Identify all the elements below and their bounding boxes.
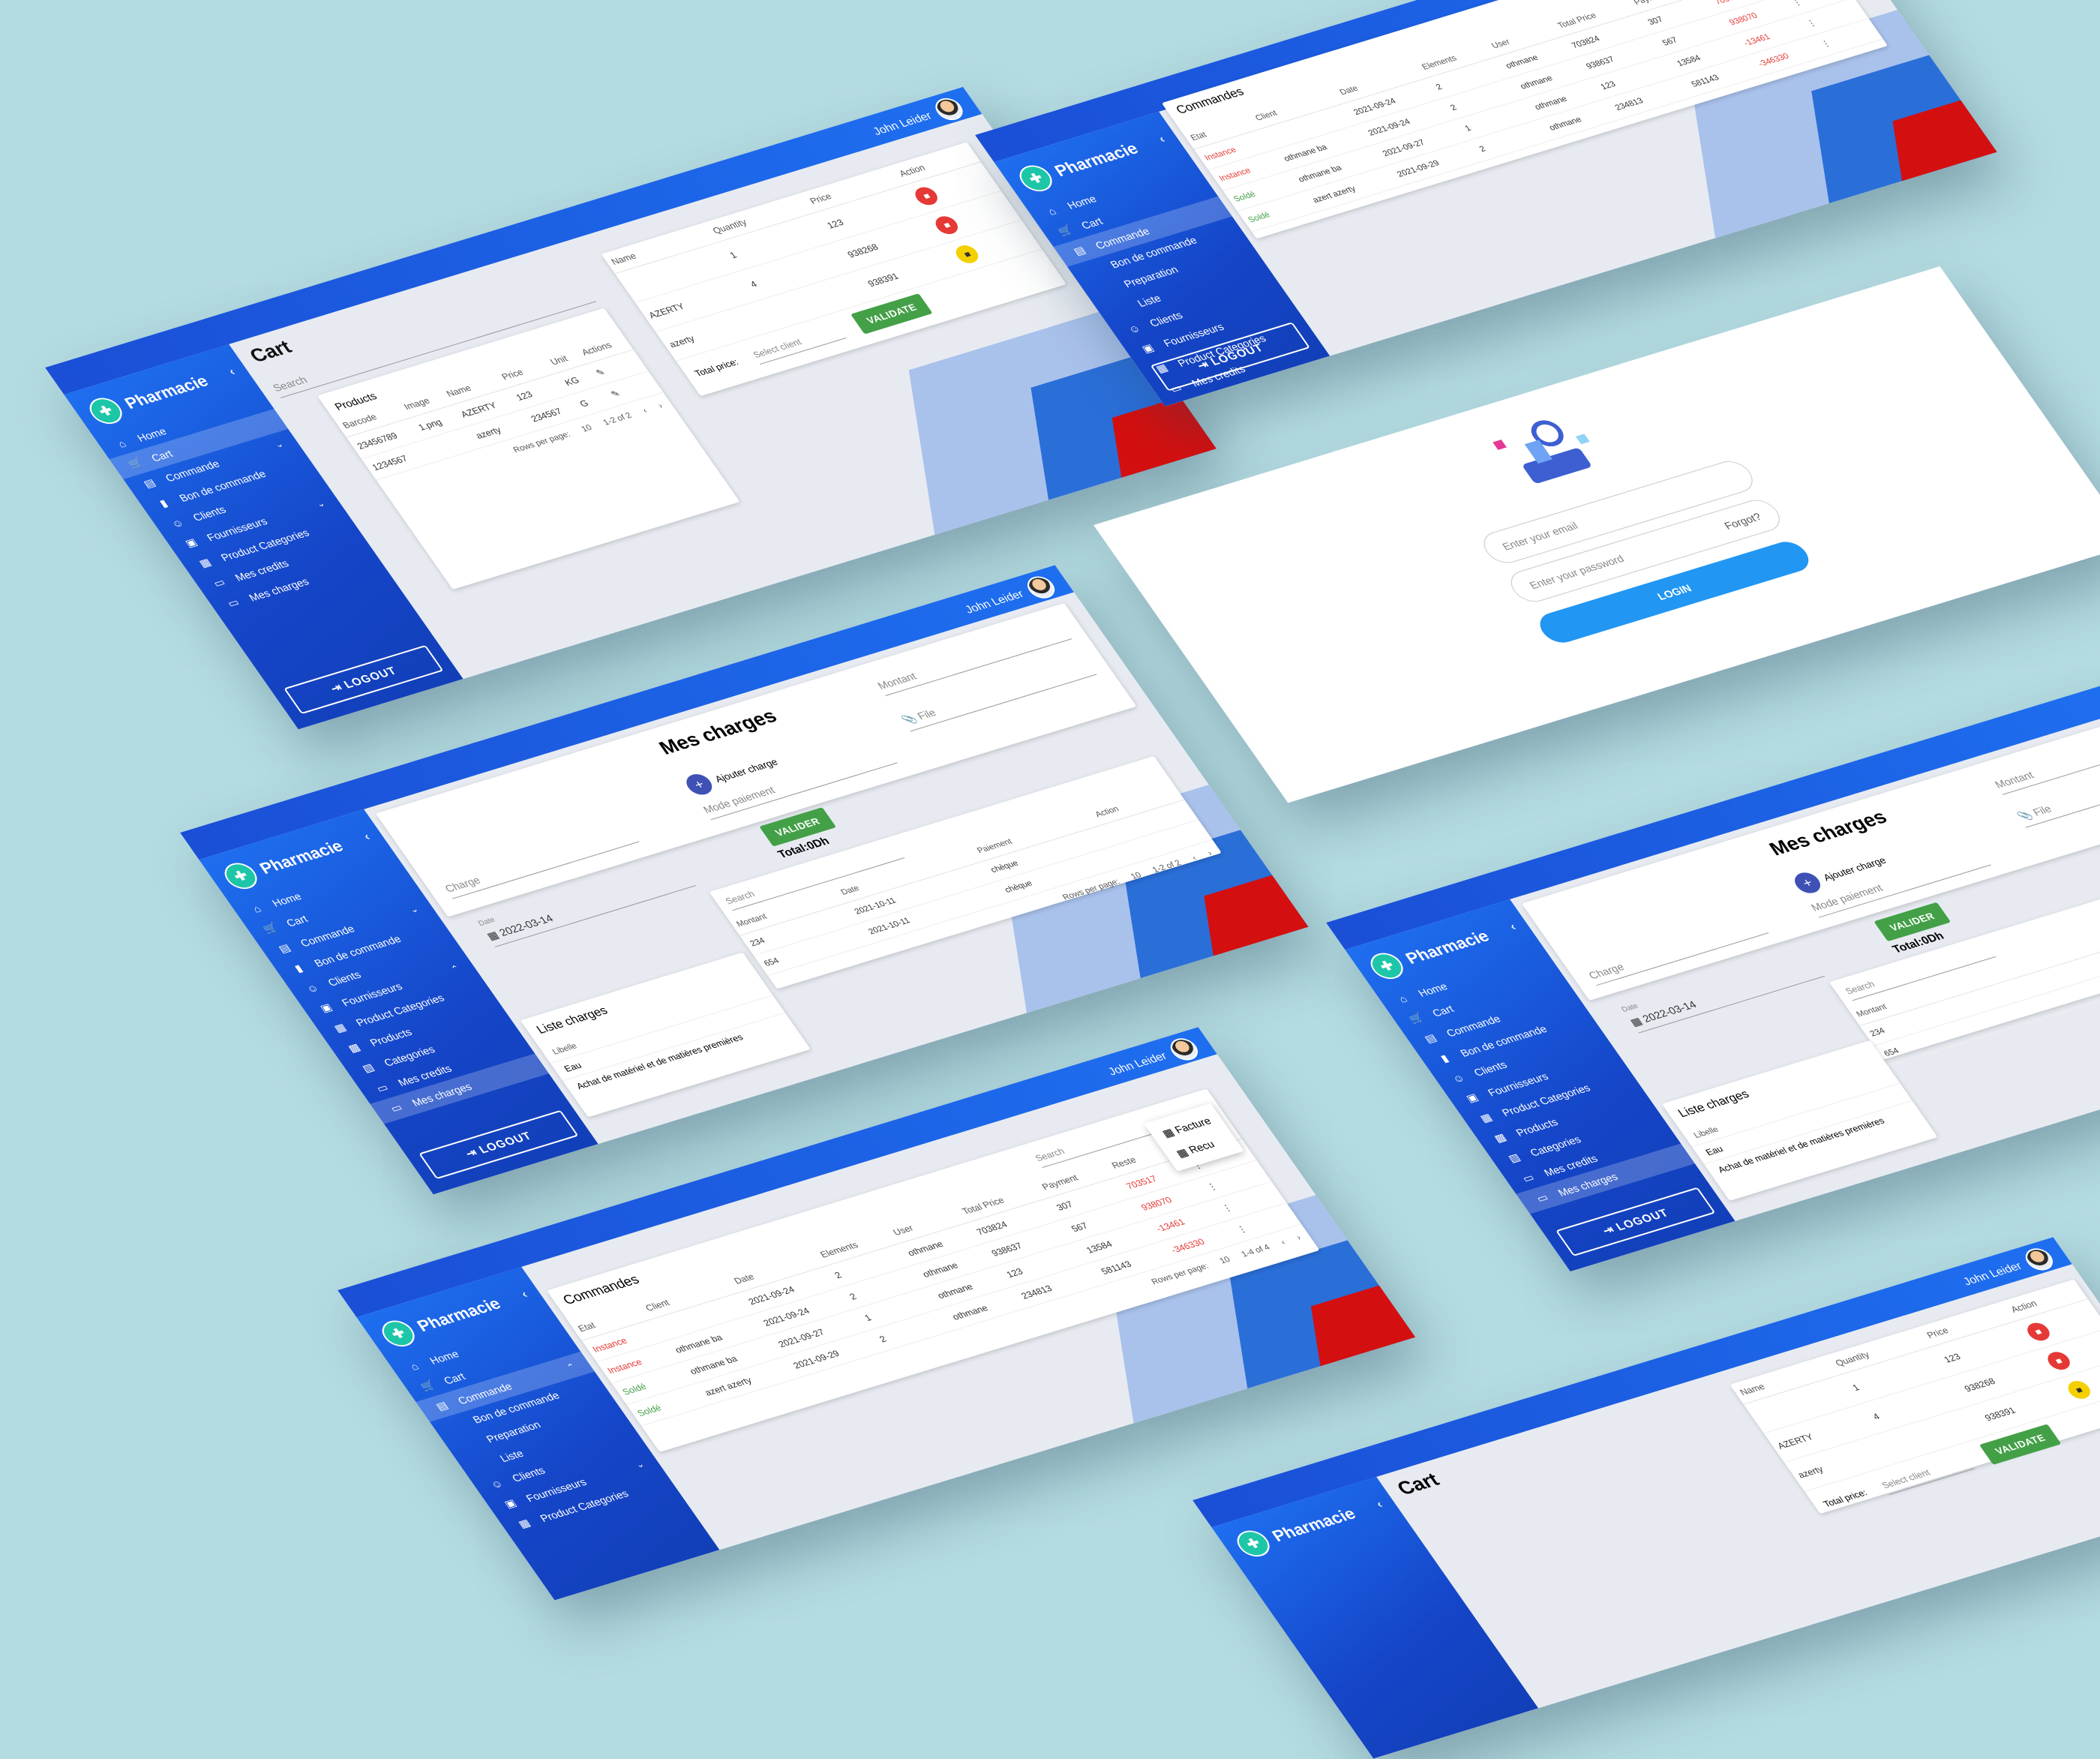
category-icon: ▦ [196,556,214,569]
list-icon: ▤ [276,941,293,955]
book-icon: ▮ [157,497,170,509]
liste-charges-card: Liste charges Libelle Eau Achat de matér… [520,952,811,1118]
cart-icon: 🛒 [1055,223,1076,238]
avatar[interactable] [1022,573,1060,602]
logo-icon: ✚ [1364,949,1409,983]
avatar[interactable] [2020,1245,2058,1274]
logout-button[interactable]: ⇥ LOGOUT [284,644,444,715]
rows-per-page-select[interactable]: 10 [1129,871,1143,881]
logout-button[interactable]: ⇥ LOGOUT [418,1109,579,1180]
home-icon: ⌂ [407,1360,422,1373]
credit-icon: ▭ [1520,1171,1537,1184]
rows-per-page-select[interactable]: 10 [1218,1255,1232,1265]
page-title: Cart [1392,1468,1444,1499]
cart-icon: 🛒 [125,455,146,470]
logo-icon: ✚ [1231,1526,1276,1560]
total-label: Total price: [1820,1487,1869,1509]
book-icon: ▮ [292,962,305,974]
edit-icon[interactable]: ■ [952,242,983,266]
login-illustration-icon [1480,402,1623,502]
home-icon: ⌂ [1045,205,1059,218]
users-icon: ☺ [303,981,322,995]
forgot-link[interactable]: Forgot? [1722,511,1764,532]
users-icon: ☺ [168,516,187,530]
avatar[interactable] [1165,1035,1203,1064]
delete-icon[interactable]: ■ [2043,1349,2074,1373]
category-icon: ▦ [1478,1111,1495,1124]
tag-icon: ▧ [1505,1151,1522,1165]
credit-icon: ▭ [210,575,228,590]
cart-icon: 🛒 [260,920,280,935]
logo-icon: ✚ [83,394,128,428]
logo-icon: ✚ [1013,161,1058,195]
collapse-icon[interactable]: ‹ [226,366,238,379]
truck-icon: ▣ [317,1001,334,1015]
collapse-icon[interactable]: ‹ [519,1289,531,1301]
chevron-down-icon: ⌄ [272,438,286,450]
chevron-down-icon: ⌄ [406,903,421,915]
chevron-left-icon[interactable]: ‹ [1280,1238,1288,1247]
avatar[interactable] [930,95,968,123]
page-title: Cart [244,335,296,367]
users-icon: ☺ [1449,1071,1468,1085]
chevron-up-icon: ⌃ [448,962,463,974]
chevron-left-icon[interactable]: ‹ [641,407,650,415]
category-icon: ▦ [515,1516,533,1530]
book-icon: ▮ [1438,1052,1451,1064]
cart-card: Name Quantity Price Action 1 123 ■ AZERTY 4 938… [1730,1279,2100,1514]
list-icon: ▤ [434,1399,451,1412]
chevron-right-icon[interactable]: › [1294,1233,1303,1241]
add-charge-button[interactable]: + [681,771,717,798]
brand-name: Pharmacie [121,371,212,413]
money-icon: ▭ [1534,1190,1551,1205]
logo-icon: ✚ [218,859,263,893]
tag-icon: ▧ [359,1061,376,1075]
chevron-down-icon: ⌄ [314,497,328,509]
chevron-left-icon[interactable]: ‹ [1190,854,1198,862]
cart-icon: 🛒 [418,1378,438,1393]
truck-icon: ▣ [502,1496,519,1510]
delete-icon[interactable]: ■ [2023,1320,2054,1343]
money-icon: ▭ [224,596,242,610]
chevron-right-icon[interactable]: › [657,402,665,410]
list-icon: ▤ [1422,1031,1439,1045]
cart-icon: 🛒 [1406,1010,1426,1025]
home-icon: ⌂ [1396,992,1410,1005]
credit-icon: ▭ [374,1081,391,1094]
delete-icon[interactable]: ■ [932,214,963,237]
box-icon: ▩ [1491,1130,1509,1145]
chevron-down-icon: ⌄ [632,1458,646,1470]
collapse-icon[interactable]: ‹ [1374,1499,1386,1511]
money-icon: ▭ [388,1100,405,1115]
truck-icon: ▣ [182,536,200,550]
category-icon: ▦ [332,1021,349,1034]
charges-screen-2: ✚ Pharmacie ‹ ⌂ Home 🛒 Cart ▤ Commande ▮ Bon d… [1326,681,2100,1272]
list-icon: ▤ [141,476,158,490]
delete-icon[interactable]: ■ [911,185,942,208]
edit-icon[interactable]: ■ [2063,1378,2095,1401]
add-charge-button[interactable]: + [1790,869,1826,896]
list-icon: ▤ [1071,244,1088,257]
chevron-right-icon[interactable]: › [1206,849,1214,857]
total-label: Total price: [692,356,741,379]
truck-icon: ▣ [1139,341,1156,355]
home-icon: ⌂ [115,437,129,450]
collapse-icon[interactable]: ‹ [362,831,374,844]
logo-icon: ✚ [376,1316,421,1350]
collapse-icon[interactable]: ‹ [1156,134,1168,146]
rows-per-page-select[interactable]: 10 [580,423,594,434]
users-icon: ☺ [488,1477,506,1491]
chevron-up-icon: ⌃ [564,1361,578,1373]
truck-icon: ▣ [1463,1091,1480,1105]
collapse-icon[interactable]: ‹ [1508,921,1520,934]
home-icon: ⌂ [250,902,264,915]
users-icon: ☺ [1125,322,1143,336]
box-icon: ▩ [345,1040,363,1055]
